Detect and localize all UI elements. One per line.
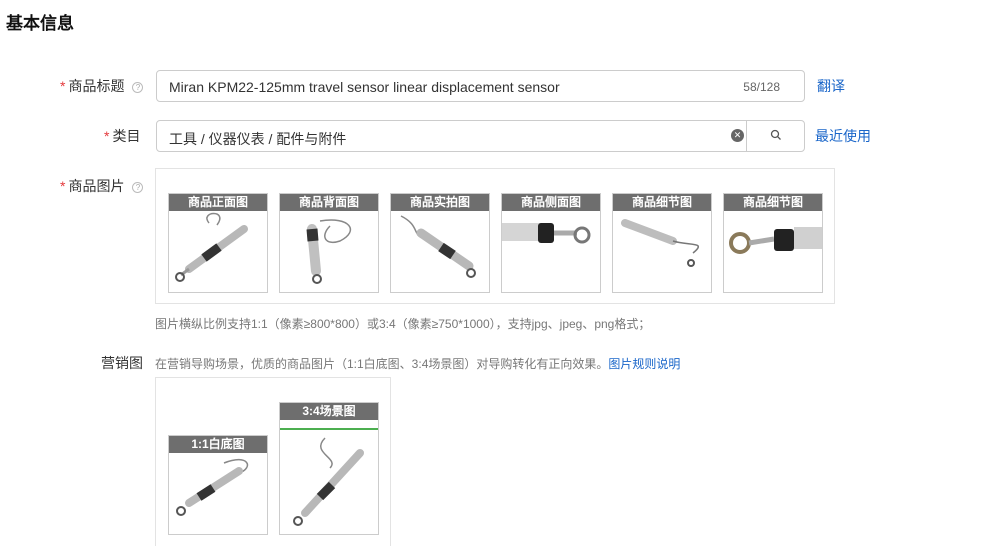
category-label-row: * 类目 — [104, 126, 140, 146]
marketing-label: 营销图 — [101, 355, 143, 371]
sensor-image — [502, 223, 591, 244]
title-char-counter: 58/128 — [743, 80, 780, 94]
image-format-hint: 图片横纵比例支持1:1（像素≥800*800）或3:4（像素≥750*1000）… — [155, 317, 651, 331]
product-title-input[interactable]: Miran KPM22-125mm travel sensor linear d… — [156, 70, 805, 102]
product-image-thumb[interactable]: 商品细节图 — [612, 193, 712, 293]
marketing-image-thumb[interactable]: 1:1白底图 — [168, 435, 268, 535]
product-title-value[interactable]: Miran KPM22-125mm travel sensor linear d… — [169, 79, 560, 95]
sensor-image — [176, 458, 249, 516]
contact-strip — [280, 420, 378, 430]
clear-icon[interactable]: ✕ — [731, 129, 744, 142]
title-label-row: * 商品标题? — [60, 76, 144, 96]
category-input[interactable]: 工具 / 仪器仪表 / 配件与附件 ✕ — [156, 120, 805, 152]
sensor-image — [729, 227, 822, 254]
thumb-caption: 商品侧面图 — [502, 194, 600, 211]
category-search-button[interactable] — [746, 121, 804, 151]
help-icon[interactable]: ? — [132, 182, 144, 193]
category-value[interactable]: 工具 / 仪器仪表 / 配件与附件 — [169, 129, 346, 149]
sensor-image — [175, 212, 248, 282]
marketing-hint-row: 在营销导购场景，优质的商品图片（1:1白底图、3:4场景图）对导购转化有正向效果… — [155, 355, 680, 372]
section-title: 基本信息 — [6, 14, 74, 33]
product-image-thumb[interactable]: 商品实拍图 — [390, 193, 490, 293]
recent-used-link[interactable]: 最近使用 — [815, 126, 871, 146]
title-label: 商品标题 — [68, 78, 125, 94]
image-rules-link[interactable]: 图片规则说明 — [608, 357, 680, 371]
thumb-caption: 商品细节图 — [724, 194, 822, 211]
product-images-panel: 商品正面图 商品背面图 商品实拍图 商品侧面图 商品细节图 商品细节图 — [155, 168, 835, 304]
required-mark: * — [60, 178, 66, 194]
translate-link[interactable]: 翻译 — [817, 76, 845, 96]
sensor-image — [400, 215, 476, 278]
thumb-caption: 商品细节图 — [613, 194, 711, 211]
product-image-thumb[interactable]: 商品背面图 — [279, 193, 379, 293]
marketing-image-thumb[interactable]: 3:4场景图 — [279, 402, 379, 535]
help-icon[interactable]: ? — [132, 82, 144, 93]
images-label: 商品图片 — [68, 178, 125, 194]
thumb-caption: 商品实拍图 — [391, 194, 489, 211]
thumb-caption: 商品正面图 — [169, 194, 267, 211]
thumb-caption: 1:1白底图 — [169, 436, 267, 453]
marketing-hint: 在营销导购场景，优质的商品图片（1:1白底图、3:4场景图）对导购转化有正向效果… — [155, 357, 609, 371]
sensor-image — [306, 219, 352, 284]
category-label: 类目 — [112, 128, 141, 144]
product-image-thumb[interactable]: 商品细节图 — [723, 193, 823, 293]
images-label-row: * 商品图片? — [60, 176, 144, 196]
sensor-image — [621, 219, 700, 267]
required-mark: * — [60, 78, 66, 94]
search-icon — [770, 129, 781, 140]
thumb-caption: 3:4场景图 — [280, 403, 378, 420]
product-image-thumb[interactable]: 商品侧面图 — [501, 193, 601, 293]
product-image-thumb[interactable]: 商品正面图 — [168, 193, 268, 293]
sensor-image — [293, 437, 364, 526]
thumb-caption: 商品背面图 — [280, 194, 378, 211]
required-mark: * — [104, 128, 110, 144]
marketing-images-panel: 1:1白底图 3:4场景图 — [155, 377, 391, 546]
